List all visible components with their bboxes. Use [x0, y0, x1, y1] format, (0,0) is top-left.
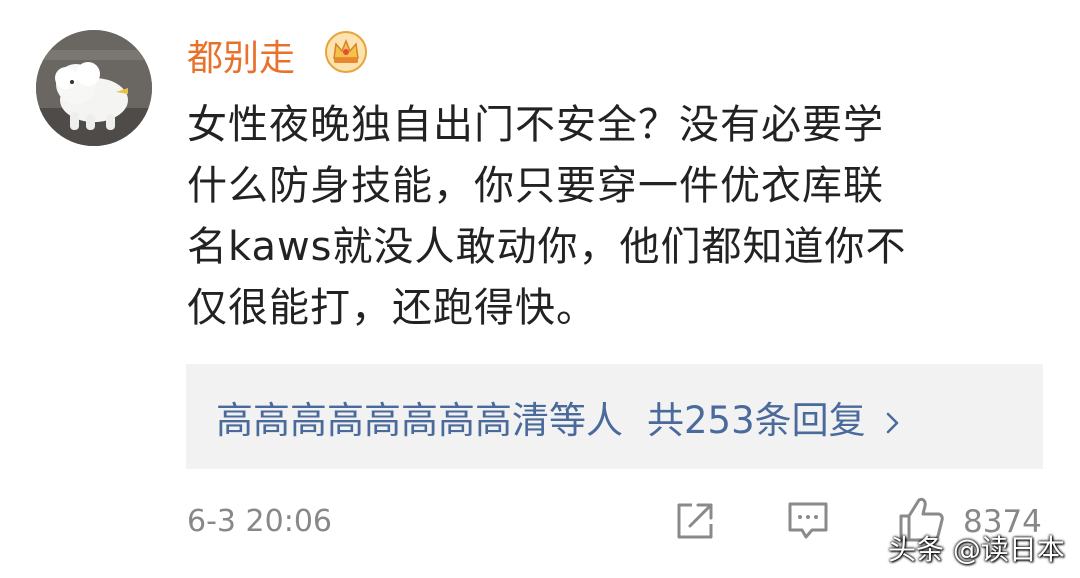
reply-summary-box[interactable]: 高高高高高高高高清 等人 共253条回复	[186, 364, 1043, 469]
chevron-right-icon[interactable]	[884, 403, 902, 433]
comment-text: 女性夜晚独自出门不安全？没有必要学 什么防身技能，你只要穿一件优衣库联 名kaw…	[187, 95, 1047, 339]
comment-line: 名kaws就没人敢动你，他们都知道你不	[187, 224, 907, 270]
comment-icon[interactable]	[786, 500, 830, 542]
watermark: 头条 @读日本	[888, 533, 1065, 566]
comment-line: 仅很能打，还跑得快。	[187, 285, 597, 331]
comment-line: 什么防身技能，你只要穿一件优衣库联	[187, 163, 884, 209]
avatar[interactable]	[36, 30, 152, 146]
reply-total-link[interactable]: 共253条回复	[647, 390, 866, 444]
comment-line: 女性夜晚独自出门不安全？没有必要学	[187, 102, 884, 148]
reply-suffix: 等人	[549, 398, 623, 442]
timestamp: 6-3 20:06	[187, 503, 332, 539]
share-icon[interactable]	[674, 500, 716, 542]
reply-users[interactable]: 高高高高高高高高清	[216, 390, 549, 444]
crown-icon	[324, 30, 368, 74]
reply-summary[interactable]: 高高高高高高高高清 等人 共253条回复	[216, 390, 902, 444]
username[interactable]: 都别走	[187, 28, 295, 82]
